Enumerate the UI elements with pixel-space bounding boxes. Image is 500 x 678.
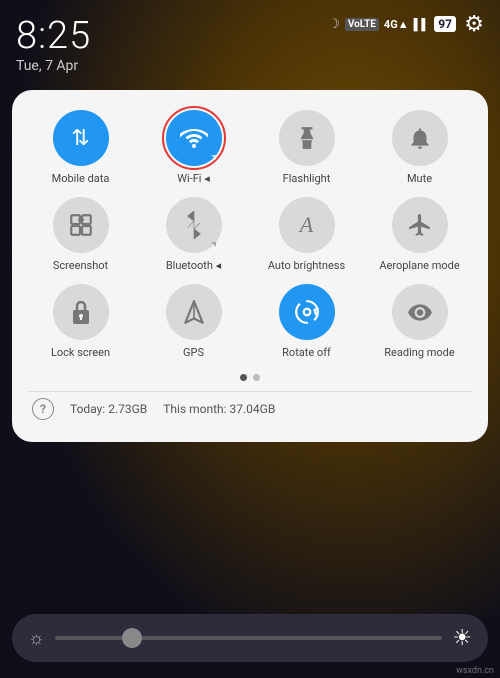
status-icons: ☽ VoLTE 4G▲ ▌▌ 97: [328, 16, 456, 32]
tile-aeroplane-circle: [392, 197, 448, 253]
tile-flashlight-circle: [279, 110, 335, 166]
tile-gps-label: GPS: [183, 346, 204, 359]
tile-mobile-data-label: Mobile data: [52, 172, 110, 185]
tile-gps[interactable]: GPS: [141, 284, 246, 359]
bluetooth-indicator: [211, 242, 216, 247]
tile-lock-screen[interactable]: Lock screen: [28, 284, 133, 359]
tile-auto-brightness[interactable]: A Auto brightness: [254, 197, 359, 272]
battery-icon: 97: [434, 16, 456, 32]
tile-wifi[interactable]: Wi-Fi ◂: [141, 110, 246, 185]
signal-icon: 4G▲: [384, 18, 409, 31]
tile-rotate-off-label: Rotate off: [282, 346, 331, 359]
tile-reading-mode-label: Reading mode: [384, 346, 454, 359]
dot-2: [253, 374, 260, 381]
eye-icon: [407, 299, 433, 325]
tile-screenshot-circle: [53, 197, 109, 253]
brightness-track[interactable]: [55, 636, 443, 640]
data-usage-row: ? Today: 2.73GB This month: 37.04GB: [28, 391, 472, 426]
data-month: This month: 37.04GB: [163, 402, 275, 416]
tile-reading-mode-circle: [392, 284, 448, 340]
auto-brightness-icon: A: [300, 212, 313, 238]
bluetooth-icon: [183, 211, 205, 239]
tile-mute-label: Mute: [407, 172, 432, 185]
signal-bars-icon: ▌▌: [414, 18, 430, 31]
brightness-thumb[interactable]: [122, 628, 142, 648]
data-today: Today: 2.73GB: [70, 402, 147, 416]
dot-1: [240, 374, 247, 381]
lock-icon: [69, 298, 93, 326]
brightness-low-icon: ☼: [28, 628, 45, 649]
tile-bluetooth-circle: [166, 197, 222, 253]
tiles-grid: ⇅ Mobile data Wi-Fi ◂ Flashlight: [28, 110, 472, 360]
tile-bluetooth-label: Bluetooth ◂: [166, 259, 221, 272]
tile-bluetooth[interactable]: Bluetooth ◂: [141, 197, 246, 272]
tile-auto-brightness-circle: A: [279, 197, 335, 253]
tile-auto-brightness-label: Auto brightness: [268, 259, 345, 272]
tile-lock-screen-circle: [53, 284, 109, 340]
time-display: 8:25: [16, 17, 91, 55]
volte-icon: VoLTE: [345, 18, 379, 31]
moon-icon: ☽: [328, 17, 340, 32]
tile-aeroplane[interactable]: Aeroplane mode: [367, 197, 472, 272]
watermark: wsxdn.cn: [456, 666, 494, 676]
tile-wifi-circle: [166, 110, 222, 166]
tile-screenshot-label: Screenshot: [53, 259, 108, 272]
tile-mute-circle: [392, 110, 448, 166]
brightness-bar[interactable]: ☼ ☀: [12, 614, 488, 662]
quick-panel: ⇅ Mobile data Wi-Fi ◂ Flashlight: [12, 90, 488, 442]
tile-aeroplane-label: Aeroplane mode: [379, 259, 459, 272]
tile-wifi-label: Wi-Fi ◂: [177, 172, 209, 185]
tile-gps-circle: [166, 284, 222, 340]
wifi-indicator: [211, 155, 216, 160]
tile-mobile-data-circle: ⇅: [53, 110, 109, 166]
data-help-icon[interactable]: ?: [32, 398, 54, 420]
page-dots: [28, 374, 472, 381]
tile-lock-screen-label: Lock screen: [51, 346, 110, 359]
gps-icon: [181, 299, 207, 325]
date-display: Tue, 7 Apr: [16, 58, 78, 74]
tile-screenshot[interactable]: Screenshot: [28, 197, 133, 272]
tile-flashlight[interactable]: Flashlight: [254, 110, 359, 185]
brightness-high-icon: ☀: [452, 626, 472, 651]
tile-mute[interactable]: Mute: [367, 110, 472, 185]
tile-rotate-off-circle: [279, 284, 335, 340]
screenshot-icon: [68, 212, 94, 238]
tile-rotate-off[interactable]: Rotate off: [254, 284, 359, 359]
rotate-icon: [294, 299, 320, 325]
wifi-icon: [180, 124, 208, 152]
mobile-data-icon: ⇅: [71, 126, 89, 151]
flashlight-icon: [294, 125, 320, 151]
bell-icon: [407, 125, 433, 151]
tile-flashlight-label: Flashlight: [283, 172, 331, 185]
aeroplane-icon: [407, 212, 433, 238]
tile-reading-mode[interactable]: Reading mode: [367, 284, 472, 359]
settings-icon[interactable]: ⚙: [464, 12, 484, 37]
tile-mobile-data[interactable]: ⇅ Mobile data: [28, 110, 133, 185]
